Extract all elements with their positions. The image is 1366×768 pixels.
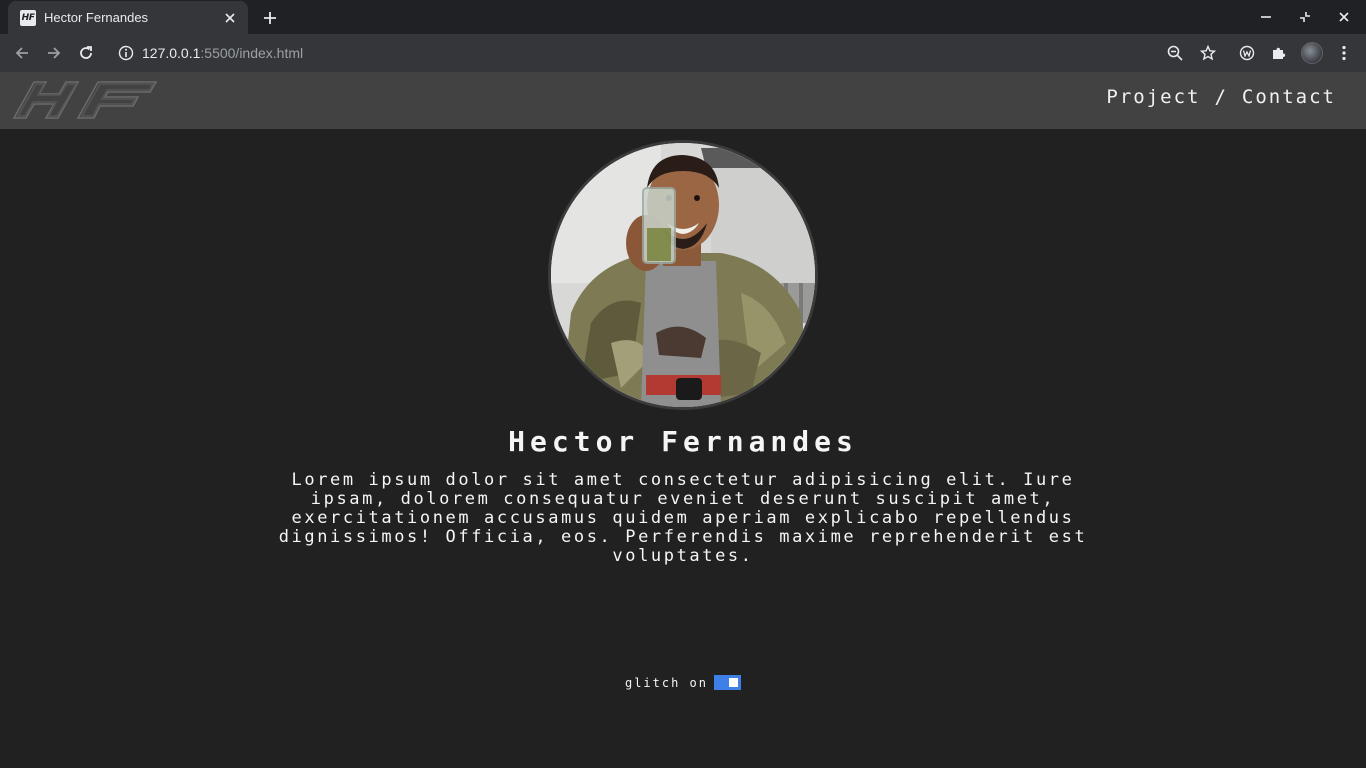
tab-strip: HF Hector Fernandes: [0, 0, 1366, 34]
site-logo[interactable]: [12, 80, 160, 125]
kebab-menu-icon: [1342, 45, 1346, 61]
reload-button[interactable]: [71, 38, 101, 68]
page-content: Project / Contact Hector Fernandes Lorem…: [0, 72, 1366, 768]
glitch-toggle[interactable]: [714, 675, 742, 690]
restore-icon: [1300, 12, 1310, 22]
profile-name: Hector Fernandes: [508, 425, 858, 458]
url-path: :5500/index.html: [200, 45, 304, 61]
close-window-button[interactable]: [1324, 0, 1364, 34]
info-icon[interactable]: [118, 45, 134, 61]
site-header: Project / Contact: [0, 72, 1366, 129]
toggle-knob: [729, 678, 739, 687]
address-bar[interactable]: 127.0.0.1:5500/index.html: [108, 38, 1198, 68]
back-button[interactable]: [7, 38, 37, 68]
close-icon: [1339, 12, 1349, 22]
avatar: [1301, 42, 1323, 64]
reload-icon: [80, 46, 92, 59]
star-icon: [1200, 45, 1216, 61]
nav-contact-link[interactable]: Contact: [1242, 86, 1336, 108]
close-icon[interactable]: [222, 10, 238, 26]
url-host: 127.0.0.1: [142, 45, 201, 61]
new-tab-button[interactable]: [258, 6, 282, 30]
forward-button[interactable]: [39, 38, 69, 68]
browser-toolbar: 127.0.0.1:5500/index.html: [0, 34, 1366, 72]
plus-icon: [264, 12, 276, 24]
zoom-out-icon: [1167, 45, 1183, 61]
minimize-icon: [1261, 16, 1271, 18]
nav-separator: /: [1214, 86, 1228, 108]
glitch-label: glitch on: [624, 675, 709, 690]
arrow-left-icon: [15, 47, 28, 59]
hf-logo-icon: [12, 81, 158, 119]
browser-tab[interactable]: HF Hector Fernandes: [8, 1, 248, 34]
menu-button[interactable]: [1329, 38, 1359, 68]
tab-title: Hector Fernandes: [44, 10, 149, 25]
w-extension-button[interactable]: [1232, 38, 1262, 68]
puzzle-icon: [1273, 47, 1286, 59]
main-nav: Project / Contact: [1106, 86, 1336, 108]
nav-project-link[interactable]: Project: [1106, 86, 1200, 108]
bookmark-button[interactable]: [1193, 38, 1223, 68]
glitch-control: glitch on: [0, 675, 1366, 690]
profile-button[interactable]: [1297, 38, 1327, 68]
profile-photo: [548, 140, 818, 410]
minimize-button[interactable]: [1246, 0, 1286, 34]
hf-logo-icon: HF: [20, 9, 36, 26]
zoom-button[interactable]: [1160, 38, 1190, 68]
url-text: 127.0.0.1:5500/index.html: [142, 45, 303, 61]
extensions-button[interactable]: [1264, 38, 1294, 68]
arrow-right-icon: [48, 47, 61, 59]
restore-button[interactable]: [1285, 0, 1325, 34]
profile-bio: Lorem ipsum dolor sit amet consectetur a…: [278, 470, 1088, 566]
w-extension-icon: [1239, 45, 1255, 61]
